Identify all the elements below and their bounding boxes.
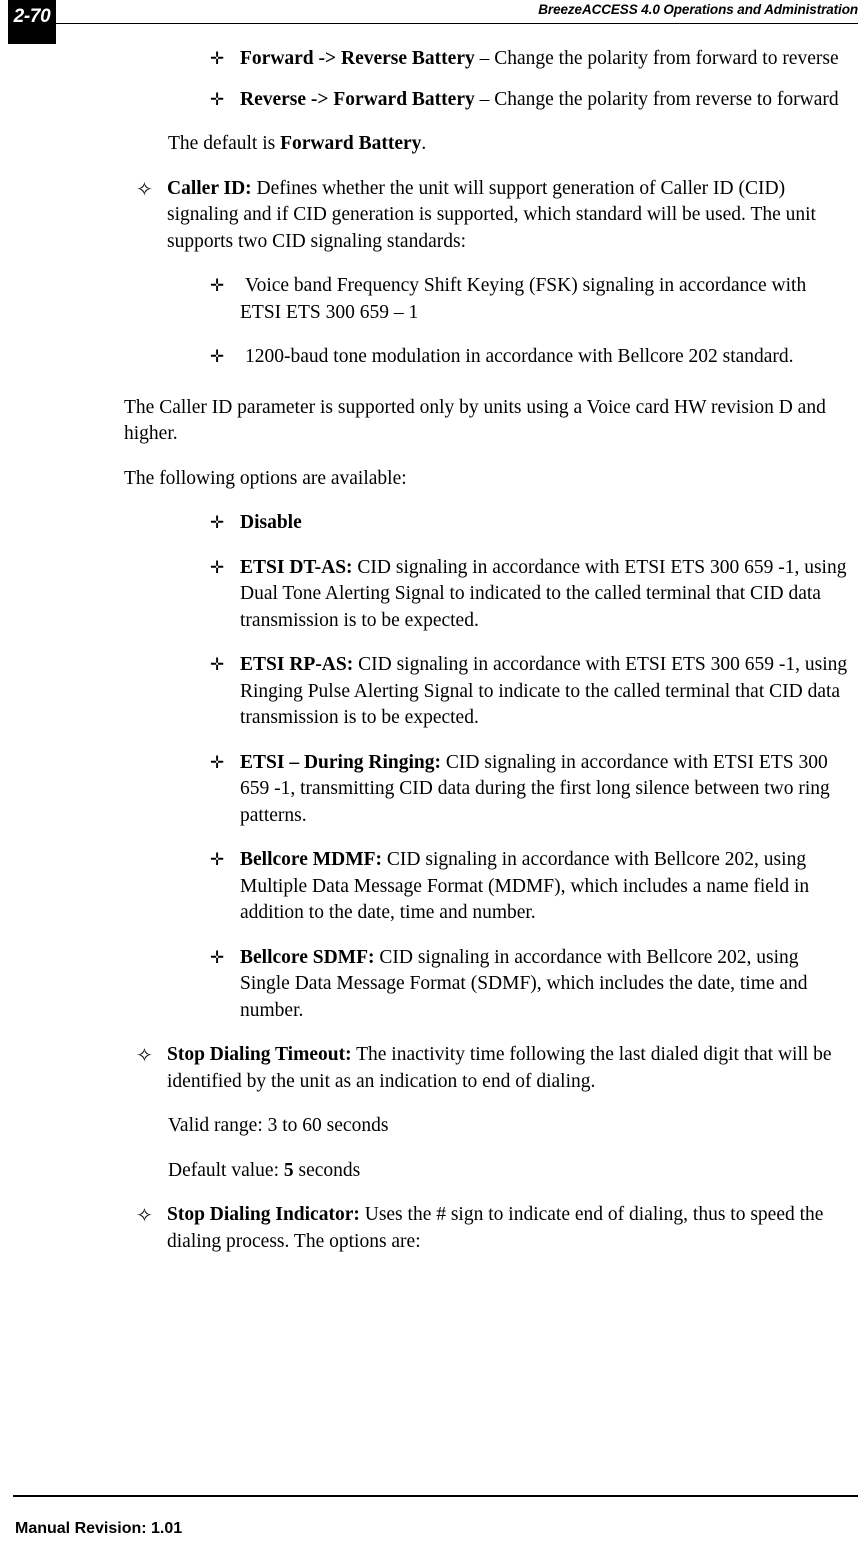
list-item-term: Disable (240, 512, 302, 533)
list-item-term: Stop Dialing Indicator: (167, 1204, 360, 1225)
four-point-star-bullet-icon: ✧ (136, 1043, 153, 1067)
list-item-bellcore-202-tone: ✛ 1200-baud tone modulation in accordanc… (0, 344, 862, 371)
list-item-option-bellcore-sdmf: ✛ Bellcore SDMF: CID signaling in accord… (0, 945, 862, 1025)
cross-clover-bullet-icon: ✛ (210, 557, 225, 578)
page-footer: Manual Revision: 1.01 (0, 1481, 862, 1547)
list-item-reverse-forward-battery: ✛ Reverse -> Forward Battery – Change th… (0, 87, 862, 114)
list-item-text: ETSI RP-AS: CID signaling in accordance … (240, 652, 848, 732)
paragraph-emphasis: Forward Battery (280, 133, 422, 154)
footer-divider (13, 1495, 858, 1497)
list-item-term: Forward -> Reverse Battery (240, 48, 475, 69)
cross-clover-bullet-icon: ✛ (210, 347, 225, 367)
list-item-term: Bellcore SDMF: (240, 946, 375, 968)
list-item-term: ETSI – During Ringing: (240, 751, 442, 773)
list-item-option-bellcore-mdmf: ✛ Bellcore MDMF: CID signaling in accord… (0, 847, 862, 927)
list-item-description: Defines whether the unit will support ge… (167, 177, 816, 252)
list-item-term: ETSI DT-AS: (240, 556, 353, 578)
page-number: 2-70 (13, 6, 51, 27)
four-point-star-bullet-icon: ✧ (136, 176, 153, 201)
page-header: 2-70 BreezeACCESS 4.0 Operations and Adm… (0, 0, 862, 44)
list-item-stop-dialing-indicator: ✧ Stop Dialing Indicator: Uses the # sig… (0, 1202, 862, 1255)
list-item-text: Bellcore MDMF: CID signaling in accordan… (240, 847, 848, 927)
list-item-text: ETSI DT-AS: CID signaling in accordance … (240, 555, 848, 635)
list-item-text: Stop Dialing Indicator: Uses the # sign … (167, 1202, 848, 1255)
list-item-text: Reverse -> Forward Battery – Change the … (240, 87, 848, 114)
paragraph-text-pre: The default is (168, 133, 281, 154)
paragraph-text-pre: Default value: (168, 1159, 284, 1181)
list-item-fsk-signaling: ✛ Voice band Frequency Shift Keying (FSK… (0, 273, 862, 326)
list-item-text: ETSI – During Ringing: CID signaling in … (240, 750, 848, 830)
list-item-term: ETSI RP-AS: (240, 654, 354, 675)
list-item-term: Stop Dialing Timeout: (167, 1044, 352, 1065)
cross-clover-bullet-icon: ✛ (210, 850, 225, 870)
paragraph-text-post: seconds (293, 1159, 361, 1181)
four-point-star-bullet-icon: ✧ (136, 1203, 153, 1227)
paragraph-valid-range: Valid range: 3 to 60 seconds (168, 1115, 389, 1136)
list-item-option-etsi-during-ringing: ✛ ETSI – During Ringing: CID signaling i… (0, 750, 862, 830)
list-item-option-etsi-rp-as: ✛ ETSI RP-AS: CID signaling in accordanc… (0, 652, 862, 732)
list-item-text: Bellcore SDMF: CID signaling in accordan… (240, 945, 848, 1025)
paragraph-options-intro: The following options are available: (124, 467, 407, 489)
list-item-text: Voice band Frequency Shift Keying (FSK) … (240, 275, 807, 323)
paragraph-text-post: . (421, 133, 427, 154)
cross-clover-bullet-icon: ✛ (210, 276, 225, 296)
list-item-option-etsi-dt-as: ✛ ETSI DT-AS: CID signaling in accordanc… (0, 555, 862, 635)
paragraph-voice-card-note: The Caller ID parameter is supported onl… (124, 396, 826, 445)
manual-revision-label: Manual Revision: 1.01 (15, 1520, 183, 1537)
paragraph-default-value: Default value: 5 seconds (0, 1158, 862, 1185)
list-item-term: Caller ID: (167, 177, 252, 199)
cross-clover-bullet-icon: ✛ (210, 655, 225, 675)
list-item-description: – Change the polarity from forward to re… (474, 48, 839, 69)
list-item-text: Stop Dialing Timeout: The inactivity tim… (167, 1042, 848, 1095)
list-item-term: Bellcore MDMF: (240, 849, 383, 870)
header-divider (55, 23, 858, 24)
list-item-text: 1200-baud tone modulation in accordance … (245, 346, 794, 367)
cross-clover-bullet-icon: ✛ (210, 49, 225, 69)
list-item-option-disable: ✛ Disable (0, 510, 862, 537)
list-item-term: Reverse -> Forward Battery (240, 88, 475, 110)
list-item-caller-id: ✧ Caller ID: Defines whether the unit wi… (0, 176, 862, 256)
cross-clover-bullet-icon: ✛ (210, 89, 225, 110)
cross-clover-bullet-icon: ✛ (210, 752, 225, 773)
document-body: ✛ Forward -> Reverse Battery – Change th… (0, 46, 862, 1269)
list-item-text: Disable (240, 510, 848, 537)
document-title: BreezeACCESS 4.0 Operations and Administ… (538, 2, 858, 17)
list-item-text: Caller ID: Defines whether the unit will… (167, 176, 848, 256)
cross-clover-bullet-icon: ✛ (210, 513, 225, 533)
paragraph-emphasis: 5 (283, 1159, 294, 1181)
cross-clover-bullet-icon: ✛ (210, 947, 225, 968)
list-item-forward-reverse-battery: ✛ Forward -> Reverse Battery – Change th… (0, 46, 862, 73)
list-item-stop-dialing-timeout: ✧ Stop Dialing Timeout: The inactivity t… (0, 1042, 862, 1095)
list-item-text: Forward -> Reverse Battery – Change the … (240, 46, 848, 73)
list-item-description: – Change the polarity from reverse to fo… (474, 88, 839, 110)
paragraph-default-forward-battery: The default is Forward Battery. (0, 131, 862, 158)
